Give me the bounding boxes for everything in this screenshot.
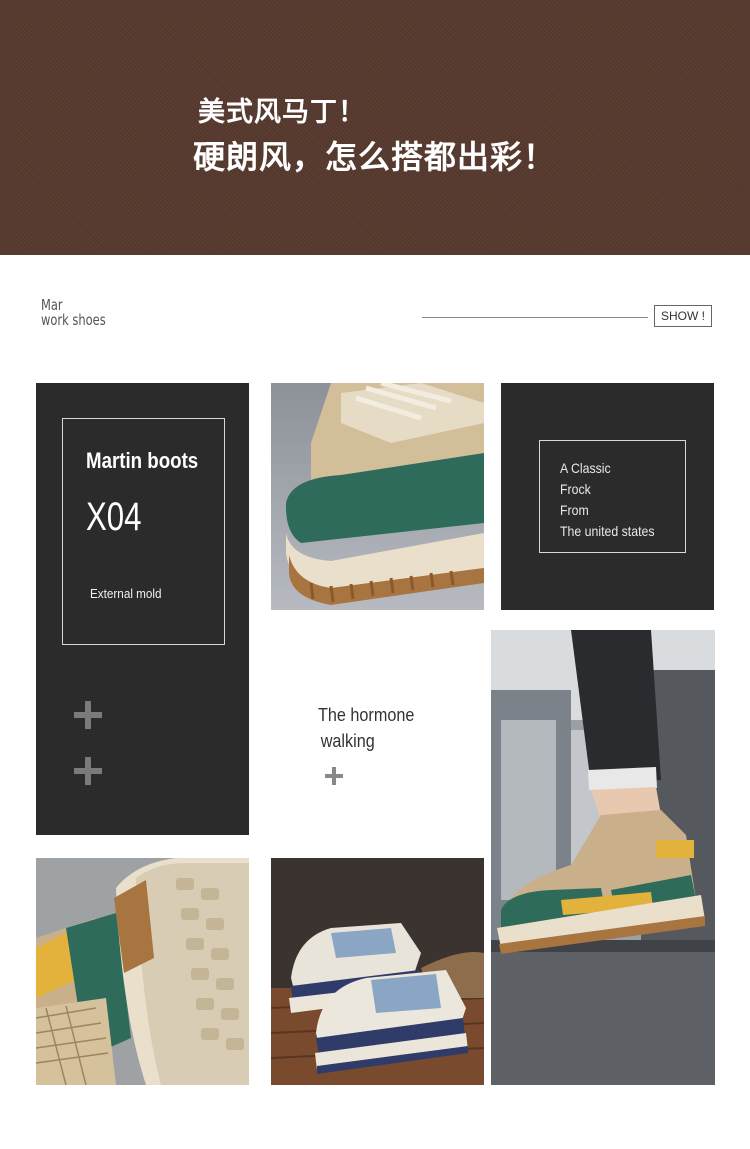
header-banner: 美式风马丁！ 硬朗风，怎么搭都出彩！ <box>0 0 750 255</box>
description-line: A Classic <box>560 460 611 476</box>
description-line: Frock <box>560 481 591 497</box>
description-line: The united states <box>560 523 655 539</box>
show-badge: SHOW ! <box>654 305 712 327</box>
product-subtitle: External mold <box>90 586 162 601</box>
tagline-line-2: walking <box>320 731 375 751</box>
model-code: X04 <box>86 495 142 539</box>
banner-subheadline: 硬朗风，怎么搭都出彩！ <box>193 138 557 176</box>
plus-icon <box>325 767 343 785</box>
product-title: Martin boots <box>86 448 199 473</box>
description-line: From <box>560 502 589 518</box>
plus-icon <box>74 701 102 729</box>
plus-icon <box>74 757 102 785</box>
section-divider <box>422 317 648 318</box>
sole-detail-photo <box>36 858 249 1085</box>
shoe-pair-wood-floor-photo <box>271 858 484 1085</box>
tagline: The hormone walking <box>318 702 414 754</box>
tagline-line-1: The hormone <box>318 705 415 725</box>
section-brand-label: Mar work shoes <box>41 298 106 328</box>
banner-headline: 美式风马丁！ <box>198 97 366 128</box>
street-model-shoe-photo <box>491 630 715 1085</box>
classic-description: A Classic Frock From The united states <box>560 458 655 542</box>
shoe-toe-closeup-photo <box>271 383 484 610</box>
brand-line-2: work shoes <box>41 311 106 329</box>
